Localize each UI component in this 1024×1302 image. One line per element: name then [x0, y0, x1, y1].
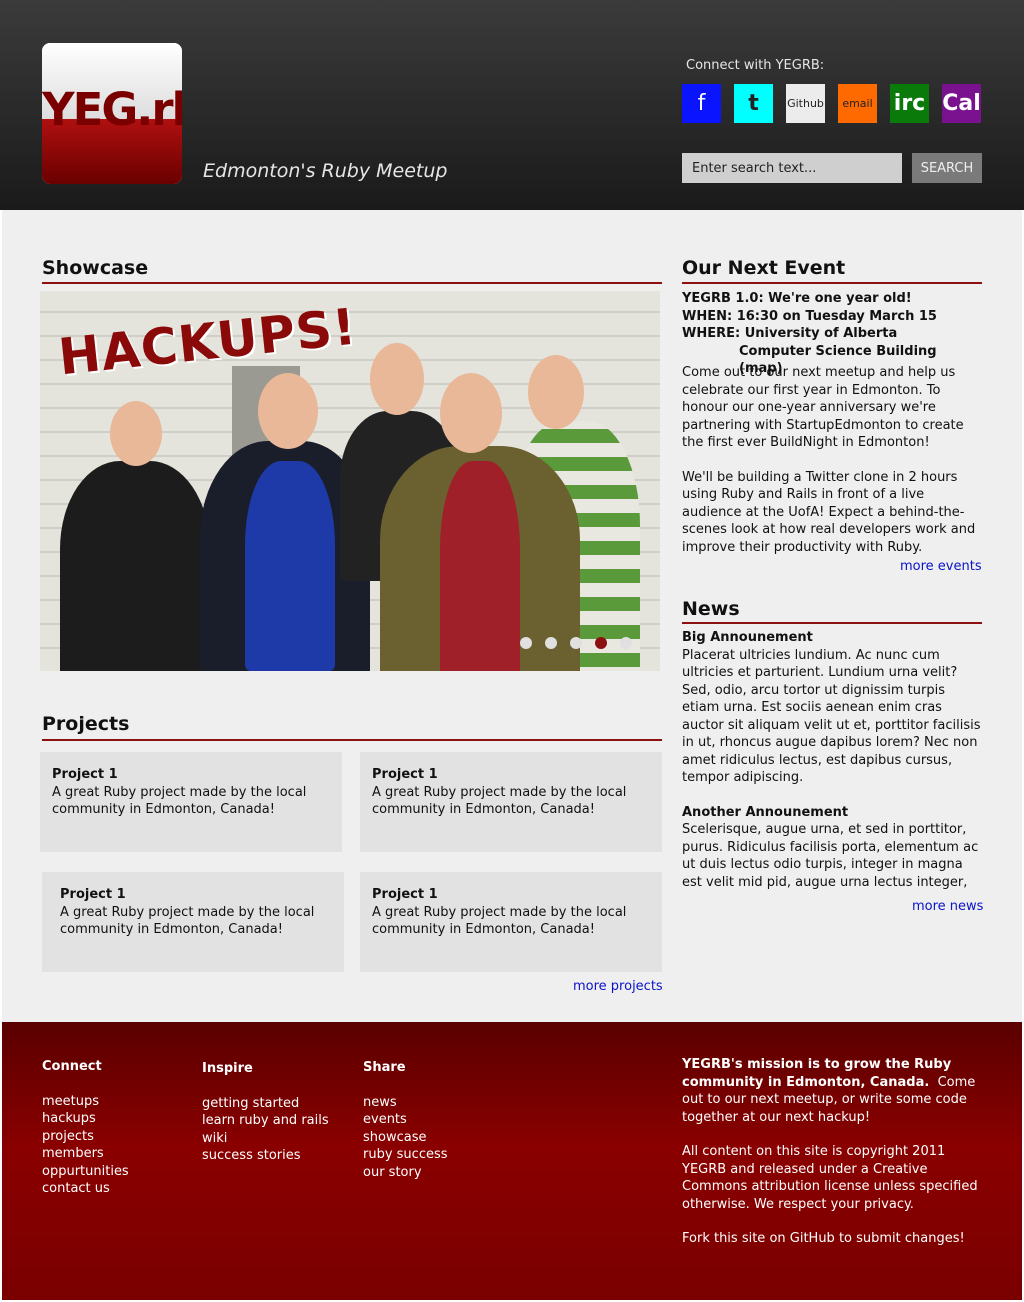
- project-desc: A great Ruby project made by the local c…: [60, 904, 315, 938]
- footer-link-our-story[interactable]: our story: [363, 1164, 448, 1182]
- search-input[interactable]: [682, 153, 902, 183]
- person-1-head: [110, 401, 162, 466]
- github-icon[interactable]: Github: [786, 84, 825, 123]
- event-where: WHERE: University of Alberta: [682, 326, 898, 341]
- project-card[interactable]: Project 1 A great Ruby project made by t…: [360, 752, 662, 852]
- news-heading[interactable]: Another Announement: [682, 804, 982, 822]
- footer-link-learn[interactable]: learn ruby and rails: [202, 1112, 329, 1130]
- calendar-icon[interactable]: Cal: [942, 84, 981, 123]
- more-projects-link[interactable]: more projects: [573, 979, 663, 994]
- news-list: Big Announement Placerat ultricies lundi…: [682, 629, 982, 908]
- slide-dot-active[interactable]: [595, 637, 607, 649]
- email-icon[interactable]: email: [838, 84, 877, 123]
- mission-bold: YEGRB's mission is to grow the Ruby comm…: [682, 1057, 952, 1090]
- projects-title: Projects: [42, 713, 130, 735]
- footer-link-showcase[interactable]: showcase: [363, 1129, 448, 1147]
- project-desc: A great Ruby project made by the local c…: [372, 904, 627, 938]
- event-title: Our Next Event: [682, 257, 846, 279]
- project-card[interactable]: Project 1 A great Ruby project made by t…: [360, 872, 662, 972]
- site-tagline: Edmonton's Ruby Meetup: [203, 160, 448, 182]
- news-item: Another Announement Scelerisque, augue u…: [682, 804, 982, 892]
- person-4-head: [440, 373, 502, 453]
- project-title: Project 1: [60, 887, 126, 902]
- footer-share: Share news events showcase ruby success …: [363, 1059, 448, 1181]
- footer-link-ruby-success[interactable]: ruby success: [363, 1146, 448, 1164]
- project-desc: A great Ruby project made by the local c…: [52, 784, 307, 818]
- copyright-text: All content on this site is copyright 20…: [682, 1144, 978, 1212]
- slideshow-dots: [520, 637, 632, 649]
- news-body: Placerat ultricies lundium. Ac nunc cum …: [682, 647, 981, 786]
- search-button[interactable]: SEARCH: [912, 153, 982, 183]
- project-card[interactable]: Project 1 A great Ruby project made by t…: [42, 872, 344, 972]
- project-title: Project 1: [372, 887, 438, 902]
- project-card[interactable]: Project 1 A great Ruby project made by t…: [40, 752, 342, 852]
- footer-heading: Share: [363, 1060, 406, 1075]
- showcase-slideshow[interactable]: HACKUPS!: [40, 291, 660, 671]
- event-name: YEGRB 1.0: We're one year old!: [682, 291, 912, 306]
- project-title: Project 1: [52, 767, 118, 782]
- footer-link-meetups[interactable]: meetups: [42, 1093, 129, 1111]
- project-desc: A great Ruby project made by the local c…: [372, 784, 627, 818]
- news-body: Scelerisque, augue urna, et sed in portt…: [682, 822, 979, 890]
- person-4-shirt: [440, 461, 520, 671]
- mission-paragraph: YEGRB's mission is to grow the Ruby comm…: [682, 1056, 982, 1126]
- footer-connect: Connect meetups hackups projects members…: [42, 1058, 129, 1198]
- slide-dot[interactable]: [570, 637, 582, 649]
- event-divider: [682, 282, 982, 284]
- footer-heading: Connect: [42, 1059, 102, 1074]
- site-header: YEG.rb Edmonton's Ruby Meetup Connect wi…: [0, 0, 1024, 210]
- footer-link-members[interactable]: members: [42, 1145, 129, 1163]
- event-paragraph: We'll be building a Twitter clone in 2 h…: [682, 469, 976, 555]
- twitter-icon[interactable]: t: [734, 84, 773, 123]
- event-when: WHEN: 16:30 on Tuesday March 15: [682, 308, 937, 324]
- footer-link-hackups[interactable]: hackups: [42, 1110, 129, 1128]
- irc-icon[interactable]: irc: [890, 84, 929, 123]
- showcase-title: Showcase: [42, 257, 149, 279]
- logo-text: YEG.rb: [42, 83, 182, 136]
- more-news-link[interactable]: more news: [912, 899, 983, 914]
- logo[interactable]: YEG.rb: [42, 43, 182, 184]
- footer-link-getting-started[interactable]: getting started: [202, 1095, 329, 1113]
- more-events-link[interactable]: more events: [900, 559, 982, 574]
- slide-dot[interactable]: [545, 637, 557, 649]
- facebook-icon[interactable]: f: [682, 84, 721, 123]
- person-3-head: [370, 343, 424, 415]
- footer-inspire: Inspire getting started learn ruby and r…: [202, 1060, 329, 1165]
- event-description: Come out to our next meetup and help us …: [682, 364, 982, 556]
- footer-link-oppurtunities[interactable]: oppurtunities: [42, 1163, 129, 1181]
- person-2-head: [258, 373, 318, 449]
- news-divider: [682, 622, 982, 624]
- event-paragraph: Come out to our next meetup and help us …: [682, 365, 964, 450]
- news-item: Big Announement Placerat ultricies lundi…: [682, 629, 982, 787]
- footer-link-wiki[interactable]: wiki: [202, 1130, 329, 1148]
- person-1: [60, 461, 210, 671]
- footer-heading: Inspire: [202, 1061, 253, 1076]
- connect-label: Connect with YEGRB:: [686, 58, 825, 73]
- footer-link-projects[interactable]: projects: [42, 1128, 129, 1146]
- footer-link-success-stories[interactable]: success stories: [202, 1147, 329, 1165]
- footer-link-events[interactable]: events: [363, 1111, 448, 1129]
- showcase-divider: [42, 282, 662, 284]
- footer-mission: YEGRB's mission is to grow the Ruby comm…: [682, 1056, 982, 1265]
- site-footer: Connect meetups hackups projects members…: [2, 1022, 1022, 1300]
- projects-divider: [42, 739, 662, 741]
- slide-dot[interactable]: [620, 637, 632, 649]
- project-title: Project 1: [372, 767, 438, 782]
- person-5-head: [528, 355, 584, 429]
- footer-link-contact[interactable]: contact us: [42, 1180, 129, 1198]
- footer-link-news[interactable]: news: [363, 1094, 448, 1112]
- person-2-shirt: [245, 461, 335, 671]
- fork-text[interactable]: Fork this site on GitHub to submit chang…: [682, 1230, 982, 1248]
- news-title: News: [682, 598, 740, 620]
- slide-dot[interactable]: [520, 637, 532, 649]
- news-heading[interactable]: Big Announement: [682, 629, 982, 647]
